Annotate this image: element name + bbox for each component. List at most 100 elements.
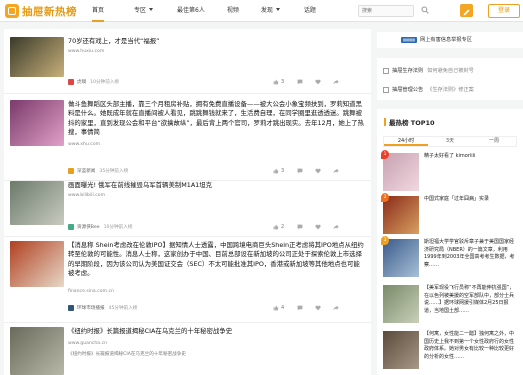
comment-icon[interactable] — [297, 305, 303, 311]
news-source[interactable]: www.huxiu.com — [68, 49, 104, 54]
share-icon[interactable] — [333, 79, 339, 85]
nav-best-sixth[interactable]: 最佳第6人 — [177, 0, 205, 22]
report-text: 网上有害信息举报专区 — [420, 37, 472, 43]
news-source[interactable]: www.guancha.cn — [68, 341, 107, 346]
rules-link[interactable]: 抽屉生存法则 如何避免自己被封号 — [383, 67, 474, 74]
report-row: 网上有害信息举报专区 — [401, 36, 472, 43]
post-time: 45分钟前入榜 — [108, 306, 138, 311]
news-thumbnail[interactable] — [10, 327, 64, 375]
comment-icon[interactable] — [297, 79, 303, 85]
pencil-icon — [463, 9, 470, 16]
site-logo[interactable]: 抽屉新热榜 — [5, 3, 77, 19]
news-thumbnail[interactable] — [10, 181, 64, 225]
top10-thumbnail[interactable] — [383, 196, 419, 234]
feed-item: 画面曝光! 俄军在前线摧毁乌军首辆美制M1A1坦克 www.bilibili.c… — [4, 181, 371, 237]
news-meta: 环球市场播报 45分钟前入榜 — [68, 305, 137, 311]
top10-item[interactable]: 【美军现役飞行员称“不再能伸抗强国”，在以色列被美援的空军部队中，部分士兵说……… — [383, 285, 519, 329]
like-count: 4 — [281, 305, 285, 311]
author-avatar[interactable] — [68, 168, 74, 174]
heart-icon[interactable] — [315, 305, 321, 311]
publish-button[interactable] — [460, 4, 473, 17]
sidebar: 网上有害信息举报专区 抽屉生存法则 如何避免自己被封号 抽屉管理公告 《生存法则… — [377, 22, 523, 375]
author-avatar[interactable] — [68, 224, 74, 230]
top10-thumbnail[interactable] — [383, 153, 419, 191]
login-button[interactable]: 登录 — [488, 4, 520, 18]
top10-heading: 最热榜 TOP10 — [384, 117, 435, 127]
share-icon[interactable] — [333, 305, 339, 311]
news-thumbnail[interactable] — [10, 37, 64, 77]
nav-zones[interactable]: 专区 — [134, 0, 154, 22]
announcement-link-label: 抽屉管理公告 — [392, 87, 424, 93]
heart-icon[interactable] — [315, 224, 321, 230]
top10-title[interactable]: 精子太好看了 kimoriiii — [424, 153, 518, 161]
author-avatar[interactable] — [68, 305, 74, 311]
top10-thumbnail[interactable] — [383, 331, 419, 369]
heart-icon[interactable] — [315, 79, 321, 85]
top10-item[interactable]: 2 中国式家庭「过年囧病」实录 — [381, 193, 519, 236]
comment-icon[interactable] — [297, 168, 303, 174]
nav-discover[interactable]: 发现 — [261, 0, 280, 22]
author-name[interactable]: 环球市场播报 — [77, 305, 105, 311]
top10-title[interactable]: 中国式家庭「过年囧病」实录 — [424, 196, 518, 204]
share-icon[interactable] — [333, 168, 339, 174]
nav-topics[interactable]: 话题 — [304, 0, 316, 22]
nav-best-sixth-label: 最佳第6人 — [177, 7, 205, 14]
news-meta: 资源侠Bee 10分钟前入榜 — [68, 224, 132, 230]
feed-item: 做斗鱼舞蹈区头部主播，靠三个月租房补贴，拥有免费直播设备——被大公会小象宝频扶到… — [4, 94, 371, 181]
news-thumbnail[interactable] — [10, 100, 64, 146]
heading-accent — [384, 118, 386, 126]
post-time: 35分钟前入榜 — [99, 169, 129, 174]
tab-3days[interactable]: 3天 — [428, 137, 472, 146]
top10-title[interactable]: 【何寓，女性能二一醋】独何寓之外，中国历史上我不到第一个女性政府行的女性政府体系… — [424, 331, 518, 361]
tab-week[interactable]: 一周 — [472, 137, 516, 146]
thumb-up-icon[interactable] — [273, 224, 279, 230]
nav-home[interactable]: 首页 — [92, 0, 105, 22]
nav-home-label: 首页 — [92, 7, 105, 14]
document-icon — [383, 67, 389, 74]
news-title[interactable]: 画面曝光! 俄军在前线摧毁乌军首辆美制M1A1坦克 — [68, 181, 364, 190]
news-actions: 2 — [261, 224, 339, 230]
top10-thumbnail[interactable] — [383, 285, 419, 323]
author-name[interactable]: 资源侠Bee — [77, 224, 100, 230]
news-summary: 《纽约时报》长篇报道揭秘CIA在乌克兰的十年秘密战争史 — [68, 352, 186, 357]
news-source[interactable]: finance.sina.com.cn — [68, 289, 114, 294]
share-icon[interactable] — [333, 224, 339, 230]
top10-thumbnail[interactable] — [383, 239, 419, 277]
nav-video[interactable]: 视频 — [227, 0, 239, 22]
logo-text: 抽屉新热榜 — [22, 5, 77, 18]
news-feed: 70岁还有戏上，才是当代“福报” www.huxiu.com 虎嗅 10分钟前入… — [4, 29, 371, 375]
thumb-up-icon[interactable] — [273, 79, 279, 85]
news-thumbnail[interactable] — [10, 241, 64, 287]
feed-item: 《纽约时报》长篇报道揭秘CIA在乌克兰的十年秘密战争史 www.guancha.… — [4, 323, 371, 375]
news-title[interactable]: 做斗鱼舞蹈区头部主播，靠三个月租房补贴，拥有免费直播设备——被大公会小象宝频扶到… — [68, 100, 364, 137]
announcement-link[interactable]: 抽屉管理公告 《生存法则》修正案 — [383, 86, 474, 93]
search-icon[interactable] — [421, 6, 429, 14]
news-title[interactable]: 70岁还有戏上，才是当代“福报” — [68, 37, 364, 46]
document-icon — [383, 86, 389, 93]
search-input[interactable] — [358, 5, 414, 17]
author-name[interactable]: 深蓝新闻 — [77, 168, 95, 174]
feed-item: 【消息称 Shein考虑改在伦敦IPO】据知情人士透露，中国跨境电商巨头Shei… — [4, 237, 371, 323]
top10-tabs: 24小时 3天 一周 — [383, 136, 517, 147]
thumb-up-icon[interactable] — [273, 305, 279, 311]
heart-icon[interactable] — [315, 168, 321, 174]
news-source[interactable]: www.bilibili.com — [68, 193, 105, 198]
top10-title[interactable]: 【美军现役飞行员称“不再能伸抗强国”，在以色列被美援的空军部队中，部分士兵说……… — [424, 285, 518, 315]
top10-item[interactable]: 3 斯坦福大学学官驳斥章子兼于美国国家经济研究局（NBER）的一篇文章，利用19… — [381, 236, 519, 283]
tab-24h[interactable]: 24小时 — [384, 137, 428, 146]
thumb-up-icon[interactable] — [273, 168, 279, 174]
nav-zones-label: 专区 — [134, 7, 147, 14]
top10-item[interactable]: 1 精子太好看了 kimoriiii — [381, 150, 519, 193]
news-title[interactable]: 【消息称 Shein考虑改在伦敦IPO】据知情人士透露，中国跨境电商巨头Shei… — [68, 241, 364, 278]
report-banner[interactable]: 网上有害信息举报专区 — [377, 32, 523, 48]
author-name[interactable]: 虎嗅 — [77, 79, 86, 85]
author-avatar[interactable] — [68, 79, 74, 85]
news-title[interactable]: 《纽约时报》长篇报道揭秘CIA在乌克兰的十年秘密战争史 — [68, 327, 364, 336]
top10-item[interactable]: 【何寓，女性能二一醋】独何寓之外，中国历史上我不到第一个女性政府行的女性政府体系… — [383, 331, 519, 375]
main-nav: 首页 专区 最佳第6人 视频 发现 话题 — [92, 0, 316, 22]
comment-icon[interactable] — [297, 224, 303, 230]
news-source[interactable]: www.xhu.com — [68, 142, 100, 147]
top10-title[interactable]: 斯坦福大学学官驳斥章子兼于美国国家经济研究局（NBER）的一篇文章，利用1999… — [424, 239, 518, 269]
rank-badge: 2 — [381, 193, 389, 202]
announcement-link-tip: 《生存法则》修正案 — [427, 87, 474, 93]
